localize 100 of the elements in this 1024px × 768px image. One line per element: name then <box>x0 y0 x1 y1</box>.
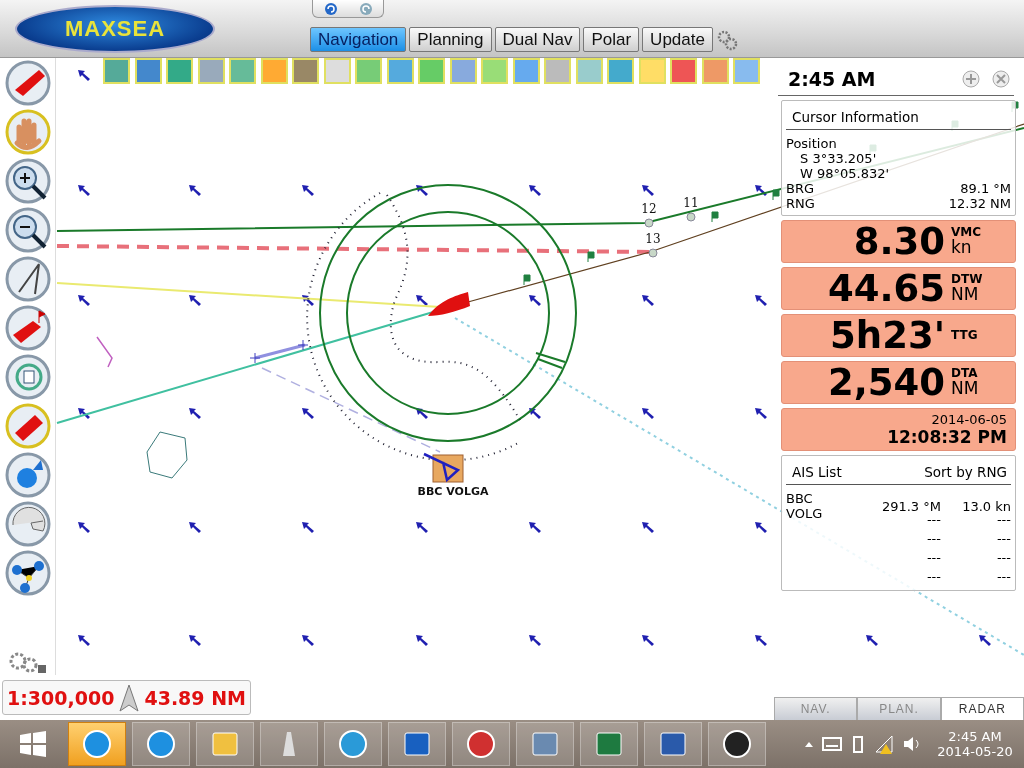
tab[interactable]: Navigation <box>310 27 407 52</box>
map-tool-button[interactable] <box>386 58 414 84</box>
wind-arrow-icon <box>189 295 201 306</box>
zoom-in-tool-button[interactable] <box>3 158 52 204</box>
map-tool-button[interactable] <box>229 58 256 84</box>
map-tool-button[interactable] <box>292 58 319 84</box>
tab[interactable]: Update <box>642 27 713 52</box>
tab[interactable]: Dual Nav <box>494 27 581 52</box>
speed-value: --- <box>995 550 1011 565</box>
wind-arrow-icon <box>189 408 201 419</box>
wind-arrow-icon <box>302 522 314 533</box>
map-tool-button[interactable] <box>134 58 162 84</box>
panel-title: AIS List <box>792 464 842 480</box>
longitude: W 98°05.832' <box>800 166 891 181</box>
dividers-tool-button[interactable] <box>3 256 52 302</box>
panel-tab[interactable]: RADAR <box>940 697 1024 720</box>
vessel-name: BBC VOLG <box>786 491 824 521</box>
add-icon[interactable] <box>962 69 980 88</box>
network-tool-button[interactable] <box>3 550 52 596</box>
wind-arrow-icon <box>866 635 878 646</box>
wind-arrow-icon <box>529 522 541 533</box>
flag-icon <box>772 189 780 201</box>
target-tool-button[interactable] <box>3 452 52 498</box>
map-tool-button[interactable] <box>103 58 130 84</box>
map-tool-button[interactable] <box>449 58 477 84</box>
wind-arrow-icon <box>529 185 541 196</box>
vessel-label: BBC VOLGA <box>417 485 489 498</box>
map-tool-button[interactable] <box>512 58 540 84</box>
battery-icon[interactable] <box>850 734 866 754</box>
speaker-icon[interactable] <box>902 734 922 754</box>
flag-icon <box>587 251 595 263</box>
wind-arrow-icon <box>755 408 767 419</box>
map-tool-button[interactable] <box>670 58 697 84</box>
keyboard-icon[interactable] <box>822 736 842 752</box>
wind-arrow-icon <box>755 295 767 306</box>
bearing-value: 291.3 °M <box>880 498 941 514</box>
bearing-value: --- <box>925 512 941 527</box>
taskbar-clock[interactable]: 2:45 AM 2014-05-20 <box>930 729 1020 759</box>
data-label: DTW <box>951 273 984 286</box>
data-label: TTG <box>951 329 979 342</box>
map-tool-button[interactable] <box>197 58 225 84</box>
flag-icon <box>523 274 531 286</box>
network-warning-icon[interactable] <box>874 734 894 754</box>
wind-arrow-icon <box>302 185 314 196</box>
wind-arrow-icon <box>529 408 541 419</box>
field-value: 89.1 °M <box>960 181 1011 196</box>
wind-arrow-icon <box>302 408 314 419</box>
tab[interactable]: Polar <box>583 27 640 52</box>
wind-arrow-icon <box>642 295 654 306</box>
zoom-out-icon <box>4 207 51 253</box>
wind-arrow-icon <box>302 295 314 306</box>
close-icon[interactable] <box>992 69 1010 88</box>
wind-arrow-icon <box>416 408 428 419</box>
scale-distance: 43.89 NM <box>144 686 246 709</box>
map-tool-button[interactable] <box>166 58 193 84</box>
hand-icon <box>4 109 51 155</box>
wind-arrow-icon <box>78 295 90 306</box>
wind-arrow-icon <box>529 635 541 646</box>
zoom-out-tool-button[interactable] <box>3 207 52 253</box>
waypoint-label: 12 <box>641 202 657 216</box>
map-tool-button[interactable] <box>607 58 634 84</box>
wind-arrow-icon <box>416 522 428 533</box>
wind-arrow-icon <box>416 635 428 646</box>
wind-arrow-icon <box>416 185 428 196</box>
wind-arrow-icon <box>642 185 654 196</box>
range-marker <box>535 352 566 369</box>
hexagon-shape <box>146 431 188 479</box>
app-logo: MAXSEA <box>15 4 215 53</box>
data-label: VMC <box>951 226 983 239</box>
map-tool-button[interactable] <box>575 58 603 84</box>
wind-arrow-icon <box>302 635 314 646</box>
position-label: Position <box>786 136 837 151</box>
redo-icon <box>358 1 373 16</box>
north-arrow-icon <box>118 682 141 713</box>
speed-value: --- <box>995 569 1011 584</box>
bearing-value: --- <box>925 569 941 584</box>
data-value: 5h23' <box>830 317 945 354</box>
wind-arrow-icon <box>755 185 767 196</box>
wind-arrow-icon <box>642 635 654 646</box>
data-value: 44.65 <box>827 270 945 307</box>
settings-icon <box>7 651 48 675</box>
wind-arrow-icon <box>189 522 201 533</box>
caret-icon[interactable] <box>804 740 814 748</box>
wind-arrow-icon <box>416 295 428 306</box>
wind-arrow-icon <box>78 185 90 196</box>
tab[interactable]: Planning <box>409 27 492 52</box>
map-tool-button[interactable] <box>260 58 288 84</box>
zoom-in-icon <box>4 158 51 204</box>
scale-ratio: 1:300,000 <box>7 686 115 709</box>
network-icon <box>4 550 51 596</box>
wind-arrow-icon <box>78 635 90 646</box>
gears-icon <box>715 28 738 51</box>
wind-arrow-icon <box>78 408 90 419</box>
dividers-icon <box>4 256 51 302</box>
map-tool-button[interactable] <box>701 58 729 84</box>
field-label: BRG <box>786 181 815 196</box>
vessel-icon <box>423 452 464 483</box>
data-unit: NM <box>951 285 980 304</box>
field-label: RNG <box>786 196 815 211</box>
latitude: S 3°33.205' <box>800 151 878 166</box>
